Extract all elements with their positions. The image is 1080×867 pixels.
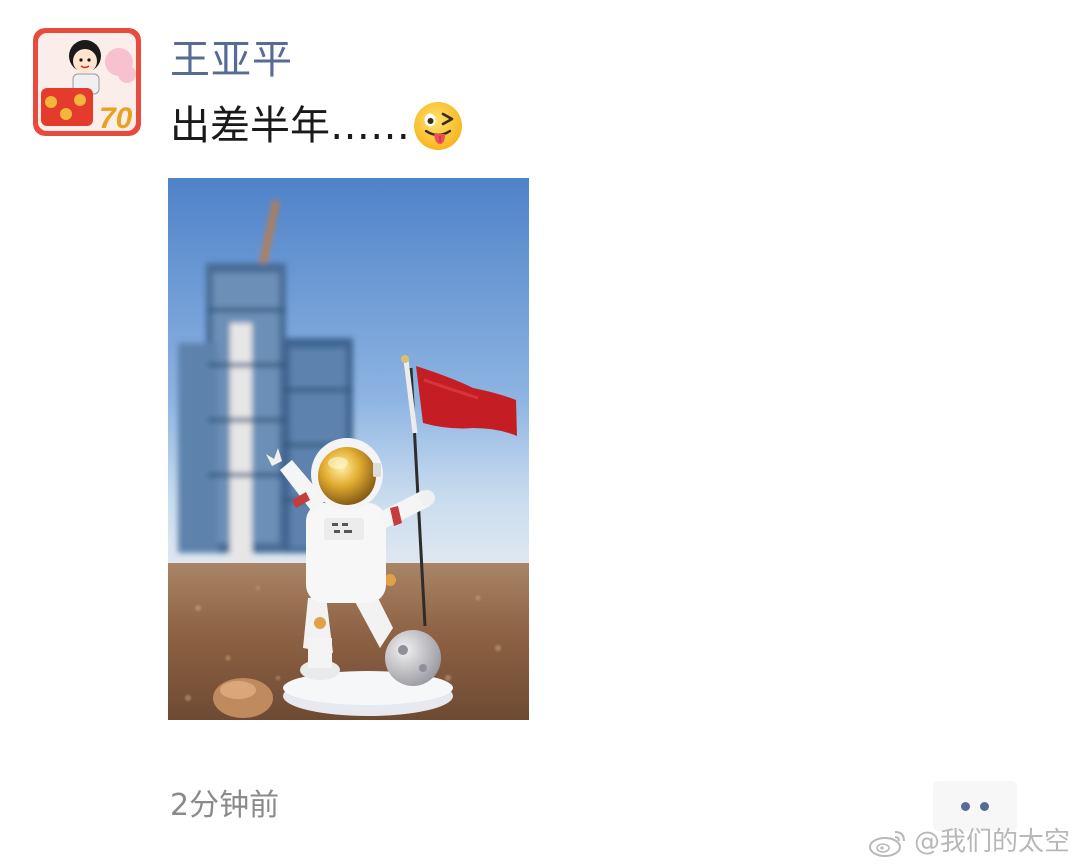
more-dot-icon <box>961 801 970 811</box>
author-name[interactable]: 王亚平 <box>170 34 293 86</box>
post-photo[interactable] <box>168 178 529 720</box>
post-timestamp: 2分钟前 <box>170 788 280 823</box>
weibo-logo-icon <box>868 831 905 857</box>
more-dot-icon <box>980 801 989 811</box>
post-text: 出差半年…… <box>170 103 410 149</box>
author-avatar[interactable]: 70 <box>33 28 141 136</box>
avatar-badge: 70 <box>99 102 133 135</box>
watermark-text: @我们的太空 <box>913 827 1070 857</box>
post-text-line: 出差半年…… <box>170 98 464 154</box>
winking-tongue-face-emoji-icon <box>412 100 464 152</box>
watermark: @我们的太空 <box>868 824 1070 860</box>
